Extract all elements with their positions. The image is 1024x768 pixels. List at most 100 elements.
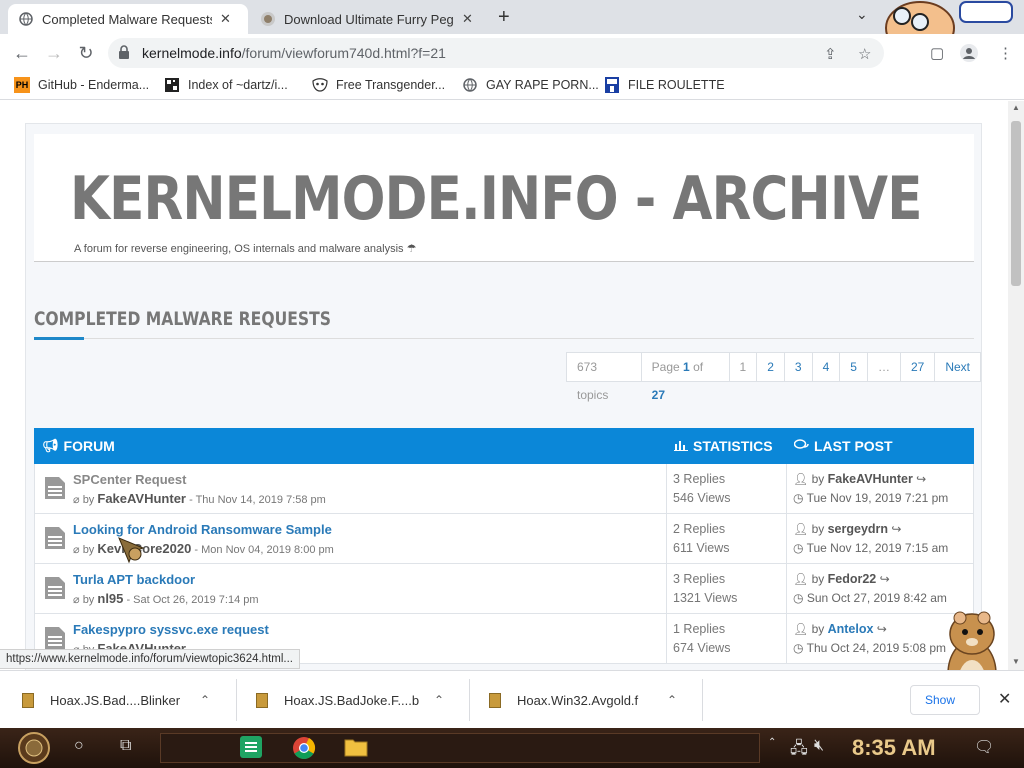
tab-search-chevron-icon[interactable]: ⌄ (856, 6, 868, 23)
by-label: by (82, 594, 95, 606)
goto-post-icon[interactable]: ↪ (891, 522, 901, 536)
by-label: by (82, 494, 95, 506)
topic-title-link[interactable]: Turla APT backdoor (73, 572, 195, 587)
page-link-2[interactable]: 2 (757, 353, 785, 381)
last-post-author-link[interactable]: sergeydrn (828, 522, 888, 536)
download-item[interactable]: Hoax.JS.BadJoke.F....b ⌃ (256, 688, 456, 712)
by-label: by (811, 522, 825, 536)
bookmark-free-transgender[interactable]: Free Transgender... (312, 77, 445, 93)
bookmark-star-icon[interactable]: ☆ (858, 45, 871, 63)
chrome-icon[interactable] (292, 736, 316, 763)
page-link-3[interactable]: 3 (785, 353, 813, 381)
by-label: by (82, 544, 95, 556)
last-post-date-line: ◷ Thu Oct 24, 2019 5:08 pm (793, 641, 946, 655)
page-link-5[interactable]: 5 (840, 353, 868, 381)
topic-date: - Mon Nov 04, 2019 8:00 pm (194, 544, 334, 556)
topic-author-link[interactable]: FakeAVHunter (97, 491, 186, 506)
topics-table: 📢︎ FORUM STATISTICS LAST POST SPCenter R… (34, 428, 974, 664)
address-bar[interactable]: kernelmode.info/forum/viewforum740d.html… (108, 38, 884, 68)
show-all-button[interactable]: Show (910, 685, 980, 715)
file-explorer-icon[interactable] (344, 736, 368, 761)
bookmark-file-roulette[interactable]: FILE ROULETTE (604, 77, 725, 93)
topic-meta: ⌀ by KevinCore2020 - Mon Nov 04, 2019 8:… (73, 541, 334, 556)
goto-post-icon[interactable]: ↪ (880, 572, 890, 586)
view-count: 1321 Views (673, 591, 738, 605)
topic-title-link[interactable]: Fakespypro syssvc.exe request (73, 622, 269, 637)
volume-muted-icon[interactable]: 🔇︎ (814, 737, 824, 755)
chevron-up-icon[interactable]: ⌃ (434, 693, 444, 707)
page-link-4[interactable]: 4 (813, 353, 841, 381)
start-button-icon[interactable] (14, 731, 54, 768)
taskbar-clock[interactable]: 8:35 AM (852, 735, 936, 761)
next-page-link[interactable]: Next (935, 353, 980, 381)
page-current: 1 (683, 360, 690, 374)
tab-title: Completed Malware Requests - (42, 11, 212, 27)
window-icon[interactable]: ▢ (930, 44, 944, 62)
topic-title-link[interactable]: SPCenter Request (73, 472, 186, 487)
spreadsheet-app-icon[interactable] (240, 736, 262, 761)
bookmark-label: FILE ROULETTE (628, 78, 725, 92)
chevron-up-icon[interactable]: ⌃ (667, 693, 677, 707)
scroll-down-arrow-icon[interactable]: ▼ (1012, 657, 1020, 666)
new-tab-icon[interactable]: + (498, 6, 510, 29)
tab-completed-malware-requests[interactable]: Completed Malware Requests - ✕ (8, 4, 248, 34)
tab-title: Download Ultimate Furry Pegg (284, 11, 454, 27)
download-item[interactable]: Hoax.JS.Bad....Blinker ⌃ (22, 688, 222, 712)
bookmark-github[interactable]: PH GitHub - Enderma... (14, 77, 149, 93)
browser-toolbar: ← → ↻ kernelmode.info/forum/viewforum740… (0, 34, 1024, 72)
page-scrollbar[interactable]: ▲ ▼ (1008, 101, 1024, 670)
share-icon[interactable]: ⇪ (824, 45, 837, 63)
download-file-icon (22, 692, 34, 708)
close-icon[interactable]: ✕ (998, 689, 1011, 709)
topic-title-link[interactable]: Looking for Android Ransomware Sample (73, 522, 332, 537)
close-tab-icon[interactable]: ✕ (462, 11, 473, 27)
user-icon: 👤︎ (793, 572, 809, 586)
back-arrow-icon[interactable]: ← (12, 43, 32, 64)
scroll-up-arrow-icon[interactable]: ▲ (1012, 103, 1020, 112)
animated-cursor-icon (115, 534, 145, 567)
page-link-27[interactable]: 27 (901, 353, 936, 381)
network-icon[interactable]: 🖧︎ (790, 737, 808, 764)
table-row: SPCenter Request ⌀ by FakeAVHunter - Thu… (34, 464, 974, 514)
tab-download-ultimate-furry[interactable]: Download Ultimate Furry Pegg ✕ (250, 4, 490, 34)
topic-date: - Thu Nov 14, 2019 7:58 pm (189, 494, 326, 506)
download-shelf: Hoax.JS.Bad....Blinker ⌃ Hoax.JS.BadJoke… (0, 670, 1024, 728)
site-title[interactable]: KERNELMODE.INFO - ARCHIVE (70, 164, 922, 234)
topic-author-link[interactable]: nl95 (97, 591, 123, 606)
by-label: by (811, 622, 825, 636)
notification-icon[interactable]: 🗨︎ (974, 737, 994, 757)
page-indicator[interactable]: Page 1 of 27 (642, 353, 730, 402)
clock-icon: ◷ (793, 641, 804, 655)
task-view-icon[interactable]: ⧉ (120, 737, 131, 755)
tray-overflow-icon[interactable]: ⌃ (768, 737, 776, 748)
last-post-author-link[interactable]: Fedor22 (828, 572, 877, 586)
menu-kebab-icon[interactable]: ⋮ (998, 44, 1013, 62)
download-item[interactable]: Hoax.Win32.Avgold.f ⌃ (489, 688, 689, 712)
last-post-author-link[interactable]: Antelox (828, 622, 874, 636)
bookmark-gay-rape[interactable]: GAY RAPE PORN... (462, 77, 599, 93)
goto-post-icon[interactable]: ↪ (877, 622, 887, 636)
page-link-1[interactable]: 1 (730, 353, 758, 381)
last-post-date: Tue Nov 12, 2019 7:15 am (806, 541, 949, 555)
profile-avatar-icon[interactable] (960, 44, 978, 66)
url-text: kernelmode.info/forum/viewforum740d.html… (142, 45, 446, 61)
cortana-circle-icon[interactable]: ○ (74, 737, 84, 755)
status-url-bubble: https://www.kernelmode.info/forum/viewto… (0, 649, 300, 669)
chevron-up-icon[interactable]: ⌃ (200, 693, 210, 707)
forward-arrow-icon[interactable]: → (44, 43, 64, 64)
view-count: 546 Views (673, 491, 731, 505)
close-tab-icon[interactable]: ✕ (220, 11, 231, 27)
forum-title[interactable]: COMPLETED MALWARE REQUESTS (34, 308, 331, 330)
bookmark-index-dartz[interactable]: Index of ~dartz/i... (164, 77, 288, 93)
clock-icon: ◷ (793, 591, 804, 605)
column-forum: 📢︎ FORUM (42, 438, 115, 454)
goto-post-icon[interactable]: ↪ (916, 472, 926, 486)
last-post-author-line: 👤︎ by FakeAVHunter ↪ (793, 472, 926, 486)
last-post-author-link[interactable]: FakeAVHunter (828, 472, 913, 486)
column-last-post: LAST POST (793, 438, 893, 454)
reload-icon[interactable]: ↻ (76, 43, 96, 64)
page-viewport: KERNELMODE.INFO - ARCHIVE A forum for re… (0, 101, 1008, 670)
statistics-cell: 3 Replies 546 Views (667, 464, 787, 514)
scrollbar-thumb[interactable] (1011, 121, 1021, 286)
reply-count: 1 Replies (673, 622, 726, 636)
